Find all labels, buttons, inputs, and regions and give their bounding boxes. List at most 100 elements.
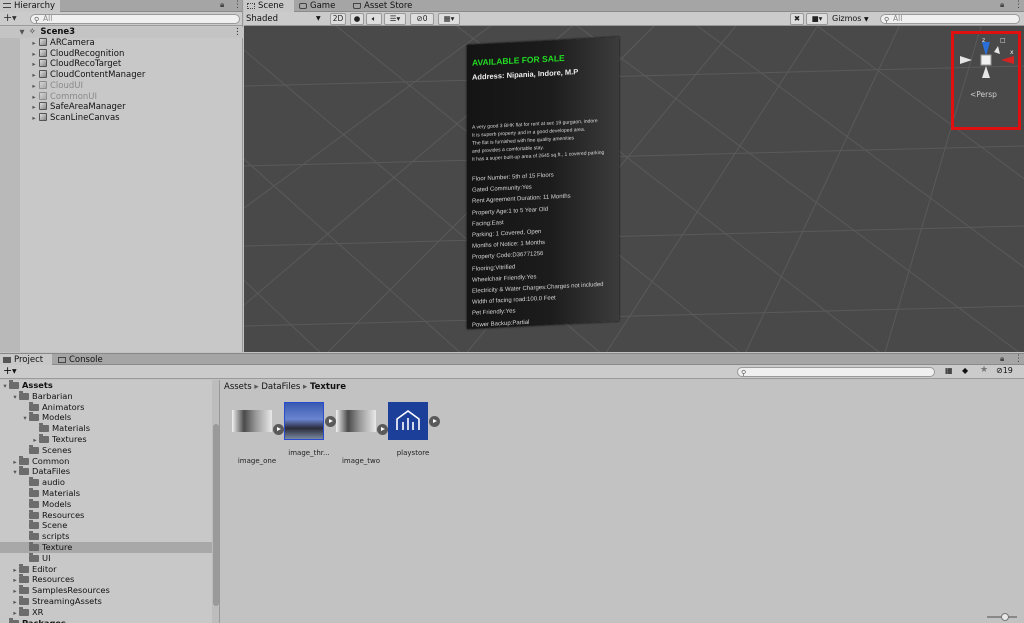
folder-tree-scrollbar[interactable] xyxy=(212,380,219,623)
folder-tree-item[interactable]: ▸ XR xyxy=(0,606,212,618)
project-search-input[interactable]: ⚲ xyxy=(737,367,935,377)
scene-search-input[interactable]: ⚲ All xyxy=(880,14,1020,24)
more-menu-icon[interactable]: ⋮ xyxy=(1014,0,1023,10)
expand-arrow-icon[interactable]: ▼ xyxy=(18,27,26,38)
scrollbar-thumb[interactable] xyxy=(213,424,219,606)
hierarchy-item[interactable]: ▸ CloudContentManager xyxy=(0,70,145,81)
2d-toggle-button[interactable]: 2D xyxy=(330,13,346,25)
folder-tree-item[interactable]: Materials xyxy=(0,423,212,434)
lock-icon[interactable]: □ xyxy=(1000,37,1006,44)
hierarchy-item[interactable]: ▸ ARCamera xyxy=(0,38,95,49)
folder-tree-item[interactable]: Texture xyxy=(0,542,212,553)
folder-tree-item[interactable]: Animators xyxy=(0,401,212,413)
scene-viewport[interactable]: AVAILABLE FOR SALE Address: Nipania, Ind… xyxy=(244,26,1024,352)
tab-game[interactable]: Game xyxy=(296,0,346,12)
more-menu-icon[interactable]: ⋮ xyxy=(233,0,242,10)
label-tag-icon[interactable]: ◆ xyxy=(962,366,968,375)
expand-arrow-icon[interactable]: ▸ xyxy=(30,81,38,92)
neg-x-axis-cone[interactable] xyxy=(960,56,972,64)
expand-arrow-icon[interactable]: ▸ xyxy=(30,70,38,81)
folder-tree-item[interactable]: UI xyxy=(0,552,212,564)
property-poster[interactable]: AVAILABLE FOR SALE Address: Nipania, Ind… xyxy=(467,37,619,329)
folder-tree-item[interactable]: ▸ Editor xyxy=(0,563,212,575)
breadcrumb-assets[interactable]: Assets xyxy=(224,382,252,392)
lock-icon[interactable]: 🔒︎ xyxy=(1000,0,1004,10)
asset-item[interactable]: image_thr... xyxy=(282,402,336,457)
expand-arrow-icon[interactable]: ▸ xyxy=(30,113,38,124)
folder-tree-item[interactable]: ▾ Models xyxy=(0,412,212,423)
expand-arrow-icon[interactable]: ▸ xyxy=(30,49,38,60)
orientation-gizmo[interactable]: z x □ <Persp xyxy=(951,31,1021,130)
folder-tree-item[interactable]: ▸ Resources xyxy=(0,574,212,585)
hierarchy-item[interactable]: ▸ ScanLineCanvas xyxy=(0,112,120,124)
scene-row[interactable]: ▼ ✧ Scene3 ⋮ xyxy=(0,27,243,38)
image-thumbnail xyxy=(284,402,324,440)
z-axis-cone[interactable] xyxy=(982,42,990,56)
chevron-down-icon[interactable]: ▼ xyxy=(12,365,17,378)
hierarchy-item[interactable]: ▸ CloudRecognition xyxy=(0,48,124,60)
hierarchy-search-input[interactable]: ⚲ All xyxy=(30,14,240,24)
thumbnail-size-slider[interactable] xyxy=(987,613,1017,621)
add-icon[interactable]: + xyxy=(3,365,12,377)
breadcrumb-texture[interactable]: Texture xyxy=(310,382,346,392)
grid-snap-dropdown[interactable]: ▦▾ xyxy=(438,13,460,25)
scene-more-icon[interactable]: ⋮ xyxy=(233,27,242,38)
folder-tree-item[interactable]: Resources xyxy=(0,509,212,521)
neg-z-axis-cone[interactable] xyxy=(982,66,990,78)
folder-tree-item[interactable]: ▾ Barbarian xyxy=(0,390,212,402)
asset-item[interactable]: playstore xyxy=(386,402,440,457)
favorite-star-icon[interactable]: ★ xyxy=(980,365,988,375)
filter-type-icon[interactable]: ▦ xyxy=(945,366,953,375)
expand-arrow-icon[interactable]: ▸ xyxy=(30,59,38,70)
expand-arrow-icon[interactable]: ▸ xyxy=(30,38,38,49)
tab-scene[interactable]: Scene xyxy=(244,0,294,12)
y-axis-cone[interactable] xyxy=(994,46,1000,54)
folder-tree-item[interactable]: ▸ Common xyxy=(0,455,212,467)
folder-tree-item[interactable]: ▸ Textures xyxy=(0,434,212,445)
tools-icon[interactable]: ✖ xyxy=(790,13,804,25)
folder-label: Scene xyxy=(42,520,68,531)
lighting-icon[interactable]: ● xyxy=(350,13,364,25)
folder-tree-item[interactable]: Models xyxy=(0,498,212,510)
hierarchy-item[interactable]: ▸ SafeAreaManager xyxy=(0,102,126,113)
camera-dropdown[interactable]: ■▾ xyxy=(806,13,828,25)
gizmos-dropdown[interactable]: Gizmos ▼ xyxy=(832,13,869,25)
folder-tree-item[interactable]: ▸ StreamingAssets xyxy=(0,596,212,607)
asset-item[interactable]: image_one xyxy=(230,402,284,465)
folder-tree-item[interactable]: ▸ Packages xyxy=(0,617,212,623)
folder-tree-item[interactable]: Scenes xyxy=(0,444,212,456)
folder-tree-item[interactable]: audio xyxy=(0,477,212,488)
chevron-down-icon[interactable]: ▼ xyxy=(12,12,17,25)
gamepad-icon xyxy=(299,3,307,9)
audio-icon[interactable]: 🔈︎ xyxy=(366,13,382,25)
slider-handle[interactable] xyxy=(1001,613,1009,621)
add-icon[interactable]: + xyxy=(3,12,12,24)
hierarchy-item[interactable]: ▸ CommonUI xyxy=(0,91,97,103)
persp-label[interactable]: <Persp xyxy=(970,90,997,99)
hidden-objects-toggle[interactable]: ⊘0 xyxy=(410,13,434,25)
play-arrow-icon[interactable] xyxy=(429,416,440,427)
lock-icon[interactable]: 🔒︎ xyxy=(220,0,224,10)
hidden-packages-toggle[interactable]: ⊘19 xyxy=(996,366,1013,375)
folder-tree-item[interactable]: Materials xyxy=(0,488,212,499)
expand-arrow-icon[interactable]: ▸ xyxy=(30,102,38,113)
tab-asset-store[interactable]: Asset Store xyxy=(350,0,420,12)
lock-icon[interactable]: 🔒︎ xyxy=(1000,354,1004,364)
effects-icon[interactable]: ☰▾ xyxy=(384,13,406,25)
folder-tree-item[interactable]: scripts xyxy=(0,531,212,542)
folder-tree-item[interactable]: Scene xyxy=(0,520,212,531)
expand-arrow-icon[interactable]: ▸ xyxy=(1,619,9,623)
expand-arrow-icon[interactable]: ▸ xyxy=(30,92,38,103)
center-cube[interactable] xyxy=(980,54,992,66)
folder-tree-item[interactable]: ▾ DataFiles xyxy=(0,466,212,477)
shading-mode-dropdown[interactable]: Shaded ▼ xyxy=(246,13,326,25)
folder-tree-item[interactable]: ▾ Assets xyxy=(0,380,212,391)
x-axis-cone[interactable] xyxy=(1001,56,1014,64)
hierarchy-item[interactable]: ▸ CloudRecoTarget xyxy=(0,59,121,70)
folder-tree-item[interactable]: ▸ SamplesResources xyxy=(0,585,212,596)
more-menu-icon[interactable]: ⋮ xyxy=(1014,354,1023,364)
breadcrumb-datafiles[interactable]: DataFiles xyxy=(261,382,300,392)
hierarchy-item[interactable]: ▸ CloudUI xyxy=(0,80,83,92)
asset-item[interactable]: image_two xyxy=(334,402,388,465)
folder-label: Textures xyxy=(52,434,87,444)
